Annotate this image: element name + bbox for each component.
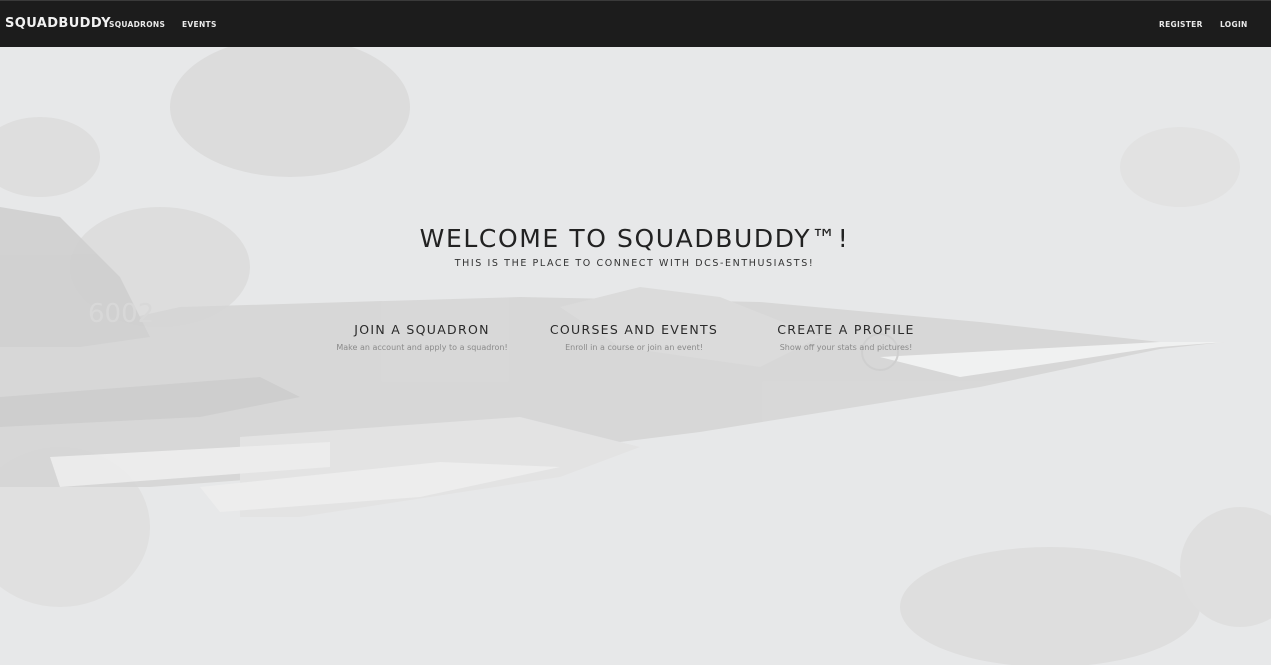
nav-events-link[interactable]: EVENTS (182, 20, 217, 29)
feature-courses-events[interactable]: COURSES AND EVENTS Enroll in a course or… (524, 322, 744, 352)
feature-title: CREATE A PROFILE (777, 322, 915, 337)
feature-description: Show off your stats and pictures! (779, 343, 913, 352)
feature-title: JOIN A SQUADRON (354, 322, 490, 337)
jet-background-image: 6002 (0, 47, 1271, 665)
feature-description: Enroll in a course or join an event! (565, 343, 703, 352)
nav-squadrons-link[interactable]: SQUADRONS (109, 20, 165, 29)
top-navbar: SQUADBUDDY SQUADRONS EVENTS REGISTER LOG… (0, 0, 1271, 47)
hero-title: WELCOME TO SQUADBUDDY™! (419, 224, 850, 253)
hero-subtitle: THIS IS THE PLACE TO CONNECT WITH DCS-EN… (454, 258, 815, 269)
tail-number-text: 6002 (88, 299, 154, 329)
feature-create-profile[interactable]: CREATE A PROFILE Show off your stats and… (736, 322, 956, 352)
brand-logo-link[interactable]: SQUADBUDDY (5, 16, 111, 31)
feature-description: Make an account and apply to a squadron! (336, 343, 508, 352)
feature-title: COURSES AND EVENTS (549, 322, 719, 337)
nav-login-link[interactable]: LOGIN (1220, 20, 1248, 29)
nav-register-link[interactable]: REGISTER (1159, 20, 1203, 29)
hero-section: 6002 WELCOME TO SQUADBUDDY™! THIS IS THE… (0, 47, 1271, 665)
feature-join-squadron[interactable]: JOIN A SQUADRON Make an account and appl… (312, 322, 532, 352)
